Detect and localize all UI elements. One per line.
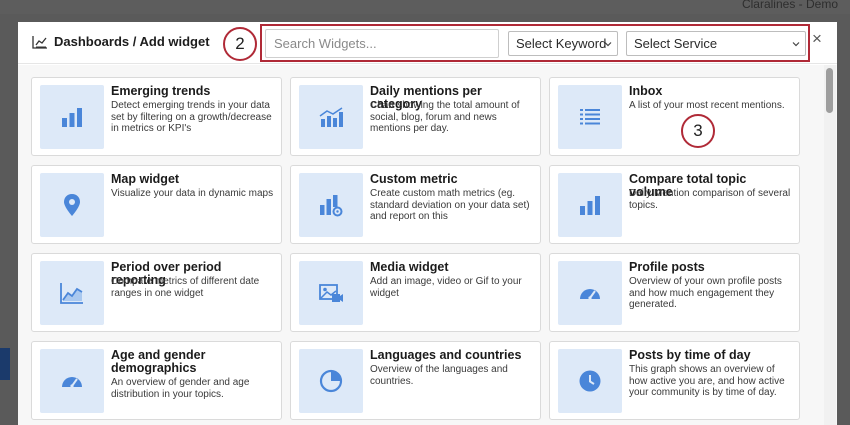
widget-card-media[interactable]: Media widget Add an image, video or Gif … bbox=[290, 253, 541, 332]
media-icon bbox=[319, 284, 343, 302]
widget-description: Daily Mention comparison of several topi… bbox=[629, 188, 791, 211]
widget-tile bbox=[40, 261, 104, 325]
widget-title: Languages and countries bbox=[370, 348, 522, 362]
widget-description: Create custom math metrics (eg. standard… bbox=[370, 188, 530, 222]
widget-card-profile-posts[interactable]: Profile posts Overview of your own profi… bbox=[549, 253, 800, 332]
widget-tile bbox=[40, 85, 104, 149]
widget-description: Chart showing the total amount of social… bbox=[370, 100, 520, 134]
background-accent bbox=[0, 348, 10, 380]
widget-tile bbox=[299, 349, 363, 413]
widget-description: Detect emerging trends in your data set … bbox=[111, 100, 272, 134]
map-pin-icon bbox=[64, 194, 80, 216]
widget-card-daily-mentions[interactable]: Daily mentions per category Chart showin… bbox=[290, 77, 541, 156]
gauge-icon bbox=[580, 289, 600, 300]
widget-card-period-over-period[interactable]: Period over period reporting Compare met… bbox=[31, 253, 282, 332]
dashboard-icon bbox=[32, 36, 47, 49]
select-service-dropdown[interactable]: Select Service bbox=[626, 31, 806, 56]
widget-title: Media widget bbox=[370, 260, 449, 274]
widget-description: Overview of your own profile posts and h… bbox=[629, 276, 782, 310]
widget-card-posts-by-time[interactable]: Posts by time of day This graph shows an… bbox=[549, 341, 800, 420]
annotation-callout-3: 3 bbox=[681, 114, 715, 148]
widget-tile bbox=[40, 349, 104, 413]
list-icon bbox=[580, 109, 600, 125]
widget-tile bbox=[40, 173, 104, 237]
widget-tile bbox=[299, 261, 363, 325]
bar-chart-icon bbox=[580, 196, 600, 215]
widget-tile bbox=[558, 349, 622, 413]
widget-grid: Emerging trends Detect emerging trends i… bbox=[18, 65, 837, 425]
widget-title: Age and gender demographics bbox=[111, 348, 206, 375]
widget-tile bbox=[299, 173, 363, 237]
widget-description: An overview of gender and age distributi… bbox=[111, 377, 250, 400]
widget-description: Add an image, video or Gif to your widge… bbox=[370, 276, 522, 299]
widget-title: Emerging trends bbox=[111, 84, 211, 98]
select-keyword-dropdown[interactable]: Select Keyword bbox=[508, 31, 618, 56]
widget-card-inbox[interactable]: Inbox A list of your most recent mention… bbox=[549, 77, 800, 156]
select-keyword-label: Select Keyword bbox=[516, 36, 607, 51]
pie-icon bbox=[319, 369, 343, 393]
widget-title: Custom metric bbox=[370, 172, 458, 186]
bar-gear-icon bbox=[320, 195, 343, 217]
widget-tile bbox=[558, 261, 622, 325]
close-icon[interactable]: × bbox=[810, 30, 824, 47]
select-service-label: Select Service bbox=[634, 36, 718, 51]
widget-description: Compare metrics of different date ranges… bbox=[111, 276, 260, 299]
widget-description: Overview of the languages and countries. bbox=[370, 364, 508, 387]
widget-title: Profile posts bbox=[629, 260, 705, 274]
widget-description: A list of your most recent mentions. bbox=[629, 100, 785, 111]
widget-title: Inbox bbox=[629, 84, 663, 98]
gauge-icon bbox=[62, 377, 82, 388]
chevron-down-icon bbox=[792, 42, 800, 47]
widget-tile bbox=[299, 85, 363, 149]
user-name[interactable]: Claralines - Demo bbox=[742, 0, 838, 11]
widget-card-custom-metric[interactable]: Custom metric Create custom math metrics… bbox=[290, 165, 541, 244]
widget-title: Map widget bbox=[111, 172, 180, 186]
widget-tile bbox=[558, 85, 622, 149]
widget-card-map[interactable]: Map widget Visualize your data in dynami… bbox=[31, 165, 282, 244]
widget-card-languages-countries[interactable]: Languages and countries Overview of the … bbox=[290, 341, 541, 420]
add-widget-modal: Dashboards / Add widget 2 Select Keyword… bbox=[18, 22, 837, 425]
modal-title: Dashboards / Add widget bbox=[54, 34, 210, 49]
widget-description: Visualize your data in dynamic maps bbox=[111, 188, 274, 199]
scroll-thumb[interactable] bbox=[826, 68, 833, 113]
widget-card-emerging-trends[interactable]: Emerging trends Detect emerging trends i… bbox=[31, 77, 282, 156]
top-bar: Claralines - Demo bbox=[0, 0, 850, 14]
bar-trend-icon bbox=[319, 107, 343, 127]
vertical-scrollbar[interactable] bbox=[824, 65, 836, 425]
widget-card-compare-topic-volume[interactable]: Compare total topic volume Daily Mention… bbox=[549, 165, 800, 244]
search-widgets-input[interactable] bbox=[265, 29, 499, 58]
bar-chart-icon bbox=[62, 108, 82, 127]
widget-description: This graph shows an overview of how acti… bbox=[629, 364, 785, 398]
widget-card-age-gender[interactable]: Age and gender demographics An overview … bbox=[31, 341, 282, 420]
widget-title: Posts by time of day bbox=[629, 348, 751, 362]
chevron-down-icon bbox=[604, 42, 612, 47]
annotation-callout-2: 2 bbox=[223, 27, 257, 61]
widget-tile bbox=[558, 173, 622, 237]
area-chart-icon bbox=[60, 283, 83, 304]
modal-header: Dashboards / Add widget 2 Select Keyword… bbox=[18, 22, 837, 64]
clock-icon bbox=[579, 370, 601, 392]
